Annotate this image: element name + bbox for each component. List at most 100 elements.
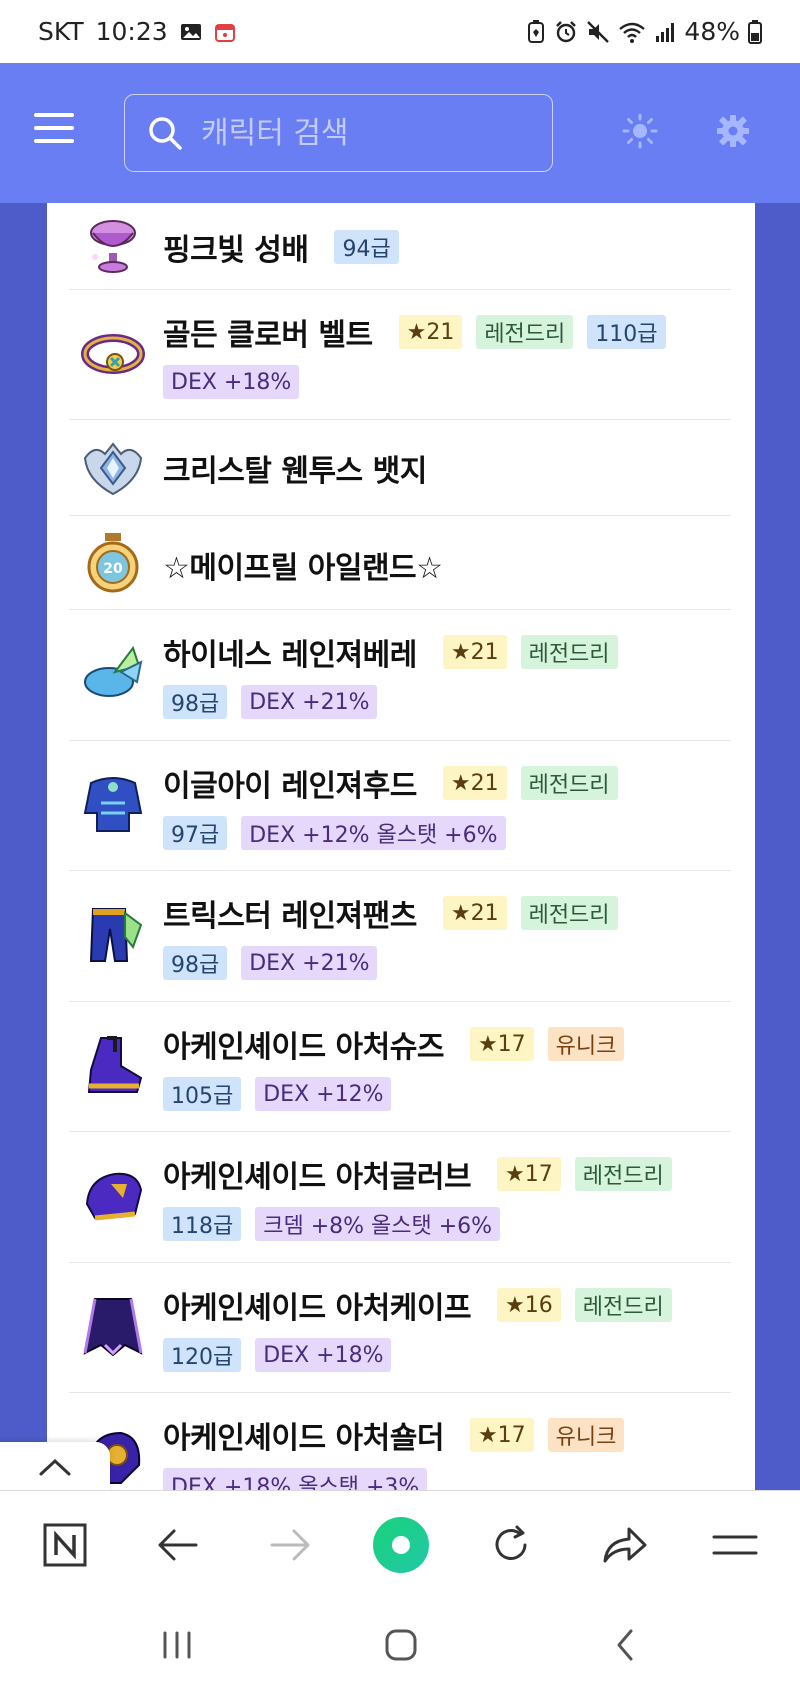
- item-name: 골든 클로버 벨트: [163, 318, 373, 353]
- level-badge: 98급: [163, 685, 228, 719]
- clock: 10:23: [95, 17, 168, 46]
- menu-icon: [712, 1535, 758, 1555]
- list-item[interactable]: 아케인셰이드 아처슈즈 ★17 유니크 105급 DEX +12%: [69, 1002, 731, 1132]
- share-button[interactable]: [594, 1515, 654, 1575]
- back-icon: [158, 1529, 198, 1561]
- list-item[interactable]: 크리스탈 웬투스 뱃지: [69, 420, 731, 516]
- recents-icon: [163, 1631, 191, 1659]
- item-name: 아케인셰이드 아처숄더: [163, 1421, 444, 1456]
- star-force-badge: ★21: [398, 315, 463, 349]
- carrier-label: SKT: [38, 17, 84, 46]
- potential-grade-badge: 유니크: [547, 1027, 625, 1061]
- glove-icon: [85, 1172, 143, 1221]
- list-item[interactable]: 아케인셰이드 아처글러브 ★17 레전드리 118급 크뎀 +8% 올스탯 +6…: [69, 1132, 731, 1263]
- item-name: 아케인셰이드 아처글러브: [163, 1160, 472, 1195]
- theme-toggle-button[interactable]: [620, 111, 660, 151]
- level-badge: 94급: [334, 230, 399, 264]
- star-force-badge: ★21: [442, 635, 507, 669]
- potential-grade-badge: 유니크: [547, 1418, 625, 1452]
- hat-icon: [84, 645, 143, 697]
- home-icon: [385, 1629, 417, 1661]
- search-icon: [149, 117, 182, 150]
- item-name: 트릭스터 레인져팬츠: [163, 899, 417, 934]
- crystal-badge-icon: [83, 442, 143, 496]
- list-item[interactable]: 아케인셰이드 아처숄더 ★17 유니크 DEX +18% 올스탯 +3%: [69, 1393, 731, 1490]
- refresh-button[interactable]: [481, 1515, 541, 1575]
- system-back-button[interactable]: [600, 1623, 650, 1667]
- alarm-icon: [556, 20, 577, 42]
- potential-grade-badge: 레전드리: [574, 1157, 672, 1191]
- cape-icon: [83, 1298, 143, 1357]
- star-force-badge: ★17: [469, 1027, 534, 1061]
- option-badge: DEX +18%: [255, 1338, 392, 1372]
- calendar-icon: [214, 23, 235, 42]
- naver-home-icon: [43, 1523, 87, 1567]
- option-badge: DEX +18%: [163, 365, 300, 399]
- gallery-icon: [180, 23, 201, 40]
- equipment-list: 핑크빛 성배 94급 골든 클로버 벨트 ★21 레전드리 110급 DEX +…: [47, 203, 755, 1490]
- sun-icon: [622, 113, 658, 149]
- level-badge: 98급: [163, 946, 228, 980]
- level-badge: 118급: [163, 1207, 242, 1241]
- potential-grade-badge: 레전드리: [520, 635, 618, 669]
- green-dot-button[interactable]: [371, 1515, 431, 1575]
- refresh-icon: [495, 1525, 527, 1560]
- option-badge: DEX +12% 올스탯 +6%: [241, 816, 506, 850]
- option-badge: DEX +12%: [255, 1077, 392, 1111]
- item-name: 하이네스 레인져베레: [163, 638, 417, 673]
- level-badge: 97급: [163, 816, 228, 850]
- option-badge: DEX +18% 올스탯 +3%: [163, 1468, 428, 1490]
- item-name: 이글아이 레인져후드: [163, 769, 417, 804]
- list-item[interactable]: 핑크빛 성배 94급: [69, 203, 731, 290]
- list-item[interactable]: 이글아이 레인져후드 ★21 레전드리 97급 DEX +12% 올스탯 +6%: [69, 741, 731, 871]
- forward-button[interactable]: [260, 1515, 320, 1575]
- item-name: 아케인셰이드 아처케이프: [163, 1291, 472, 1326]
- maple-medal-icon: 20: [87, 533, 139, 593]
- menu-button[interactable]: [705, 1515, 765, 1575]
- item-name: ☆메이프릴 아일랜드☆: [163, 551, 443, 586]
- level-badge: 120급: [163, 1338, 242, 1372]
- list-item[interactable]: 골든 클로버 벨트 ★21 레전드리 110급 DEX +18%: [69, 290, 731, 420]
- app-header: [0, 63, 800, 203]
- system-navigation-bar: [0, 1601, 800, 1689]
- share-icon: [603, 1527, 647, 1563]
- star-force-badge: ★16: [497, 1288, 561, 1322]
- back-button[interactable]: [148, 1515, 208, 1575]
- character-search-box[interactable]: [124, 94, 553, 172]
- hamburger-menu-button[interactable]: [34, 113, 74, 143]
- item-name: 크리스탈 웬투스 뱃지: [163, 454, 427, 489]
- back-icon: [617, 1629, 633, 1661]
- browser-toolbar: [0, 1491, 800, 1601]
- list-item[interactable]: 하이네스 레인져베레 ★21 레전드리 98급 DEX +21%: [69, 610, 731, 741]
- list-item[interactable]: 20 ☆메이프릴 아일랜드☆: [69, 516, 731, 610]
- star-force-badge: ★21: [442, 896, 507, 930]
- list-item[interactable]: 트릭스터 레인져팬츠 ★21 레전드리 98급 DEX +21%: [69, 871, 731, 1002]
- signal-icon: [656, 22, 675, 42]
- item-name: 핑크빛 성배: [163, 233, 309, 268]
- level-badge: 110급: [587, 315, 666, 349]
- settings-button[interactable]: [713, 111, 753, 151]
- star-force-badge: ★17: [497, 1157, 561, 1191]
- potential-grade-badge: 레전드리: [476, 315, 574, 349]
- pink-chalice-icon: [90, 220, 136, 273]
- star-force-badge: ★17: [469, 1418, 534, 1452]
- chevron-up-icon: [39, 1458, 71, 1476]
- list-item[interactable]: 아케인셰이드 아처케이프 ★16 레전드리 120급 DEX +18%: [69, 1263, 731, 1393]
- battery-icon: [748, 19, 762, 44]
- green-dot-icon: [373, 1517, 429, 1573]
- potential-grade-badge: 레전드리: [520, 896, 618, 930]
- golden-belt-icon: [81, 334, 145, 374]
- wifi-icon: [619, 22, 646, 43]
- recents-button[interactable]: [152, 1623, 202, 1667]
- pants-icon: [89, 908, 143, 962]
- option-badge: DEX +21%: [241, 685, 378, 719]
- status-bar: SKT 10:23 48%: [0, 0, 800, 63]
- search-input[interactable]: [201, 115, 541, 151]
- item-name: 아케인셰이드 아처슈즈: [163, 1030, 444, 1065]
- potential-grade-badge: 레전드리: [520, 766, 618, 800]
- home-button[interactable]: [376, 1623, 426, 1667]
- naver-home-button[interactable]: [35, 1515, 95, 1575]
- gear-icon: [717, 115, 749, 147]
- level-badge: 105급: [163, 1077, 242, 1111]
- scroll-to-top-button[interactable]: [0, 1442, 110, 1492]
